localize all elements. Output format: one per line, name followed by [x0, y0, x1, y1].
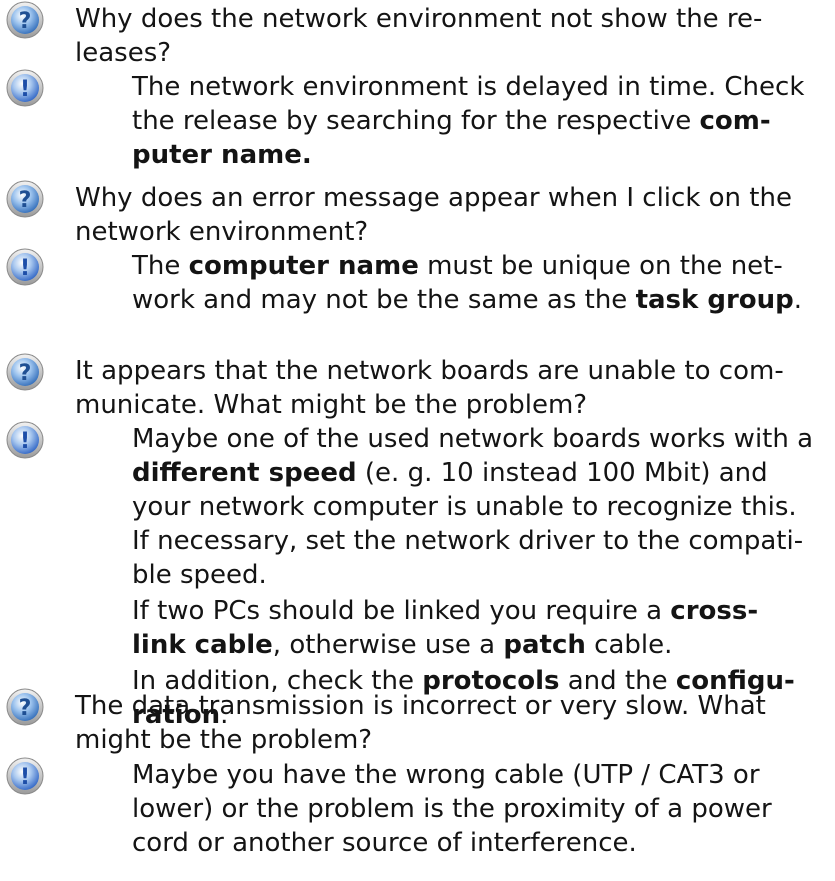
answer-line: If necessary, set the network driver to …: [132, 524, 832, 558]
svg-text:?: ?: [19, 9, 32, 34]
exclamation-mark-icon: !: [5, 420, 45, 460]
answer-line: work and may not be the same as the task…: [132, 283, 832, 317]
question-line: network environment?: [75, 217, 369, 247]
answer-paragraph: Maybe one of the used network boards wor…: [132, 422, 832, 592]
question-mark-icon: ?: [5, 0, 45, 40]
bold-term: computer name: [188, 251, 419, 281]
answer-text: If two PCs should be linked you require …: [132, 596, 671, 626]
bold-term: task group: [635, 285, 794, 315]
answer-text: your network computer is unable to recog…: [132, 492, 797, 522]
answer-line: puter name.: [132, 138, 832, 172]
svg-text:!: !: [20, 429, 30, 454]
svg-text:?: ?: [19, 361, 32, 386]
answer-text: , otherwise use a: [272, 630, 504, 660]
answer-text: must be unique on the net-: [418, 251, 783, 281]
faq-question: Why does an error message appear when I …: [75, 181, 827, 249]
answer-text: The: [132, 251, 189, 281]
answer-line: Maybe one of the used network boards wor…: [132, 422, 832, 456]
question-line: might be the problem?: [75, 725, 373, 755]
bold-term: link cable: [132, 630, 273, 660]
exclamation-mark-icon: !: [5, 756, 45, 796]
answer-text: cord or another source of interference.: [132, 828, 637, 858]
faq-answer: Maybe one of the used network boards wor…: [132, 422, 832, 732]
answer-line: different speed (e. g. 10 instead 100 Mb…: [132, 456, 832, 490]
answer-text: lower) or the problem is the proximity o…: [132, 794, 772, 824]
svg-text:?: ?: [19, 188, 32, 213]
faq-question: Why does the network environment not sho…: [75, 2, 827, 70]
bold-term: different speed: [132, 458, 357, 488]
faq-answer: The computer name must be unique on the …: [132, 249, 832, 317]
bold-term: patch: [503, 630, 586, 660]
question-line: municate. What might be the problem?: [75, 390, 588, 420]
answer-line: link cable, otherwise use a patch cable.: [132, 628, 832, 662]
question-mark-icon: ?: [5, 179, 45, 219]
answer-text: (e. g. 10 instead 100 Mbit) and: [356, 458, 768, 488]
exclamation-mark-icon: !: [5, 247, 45, 287]
svg-text:!: !: [20, 77, 30, 102]
svg-text:!: !: [20, 256, 30, 281]
answer-text: Maybe you have the wrong cable (UTP / CA…: [132, 760, 760, 790]
question-line: It appears that the network boards are u…: [75, 356, 784, 386]
question-line: Why does an error message appear when I …: [75, 183, 792, 213]
answer-line: your network computer is unable to recog…: [132, 490, 832, 524]
answer-paragraph: The computer name must be unique on the …: [132, 249, 832, 317]
bold-term: com-: [699, 106, 771, 136]
answer-text: ble speed.: [132, 560, 267, 590]
answer-text: the release by searching for the respect…: [132, 106, 700, 136]
answer-text: .: [793, 285, 803, 315]
faq-question: The data transmission is incorrect or ve…: [75, 689, 827, 757]
answer-line: cord or another source of interference.: [132, 826, 832, 860]
bold-term: cross-: [670, 596, 759, 626]
answer-paragraph: Maybe you have the wrong cable (UTP / CA…: [132, 758, 832, 860]
faq-question: It appears that the network boards are u…: [75, 354, 827, 422]
answer-line: The network environment is delayed in ti…: [132, 70, 832, 104]
question-line: leases?: [75, 38, 172, 68]
answer-text: The network environment is delayed in ti…: [132, 72, 805, 102]
faq-answer: The network environment is delayed in ti…: [132, 70, 832, 172]
answer-line: The computer name must be unique on the …: [132, 249, 832, 283]
answer-text: cable.: [585, 630, 673, 660]
exclamation-mark-icon: !: [5, 68, 45, 108]
bold-term: puter name.: [132, 140, 312, 170]
question-line: Why does the network environment not sho…: [75, 4, 763, 34]
answer-text: Maybe one of the used network boards wor…: [132, 424, 814, 454]
answer-text: If necessary, set the network driver to …: [132, 526, 804, 556]
answer-line: ble speed.: [132, 558, 832, 592]
question-mark-icon: ?: [5, 687, 45, 727]
answer-line: If two PCs should be linked you require …: [132, 594, 832, 628]
svg-text:!: !: [20, 765, 30, 790]
answer-text: work and may not be the same as the: [132, 285, 636, 315]
answer-line: the release by searching for the respect…: [132, 104, 832, 138]
faq-page: ? Why does the network environment not sh…: [0, 0, 835, 881]
question-mark-icon: ?: [5, 352, 45, 392]
answer-paragraph: If two PCs should be linked you require …: [132, 592, 832, 662]
svg-text:?: ?: [19, 696, 32, 721]
answer-line: Maybe you have the wrong cable (UTP / CA…: [132, 758, 832, 792]
answer-line: lower) or the problem is the proximity o…: [132, 792, 832, 826]
faq-answer: Maybe you have the wrong cable (UTP / CA…: [132, 758, 832, 860]
answer-paragraph: The network environment is delayed in ti…: [132, 70, 832, 172]
question-line: The data transmission is incorrect or ve…: [75, 691, 766, 721]
